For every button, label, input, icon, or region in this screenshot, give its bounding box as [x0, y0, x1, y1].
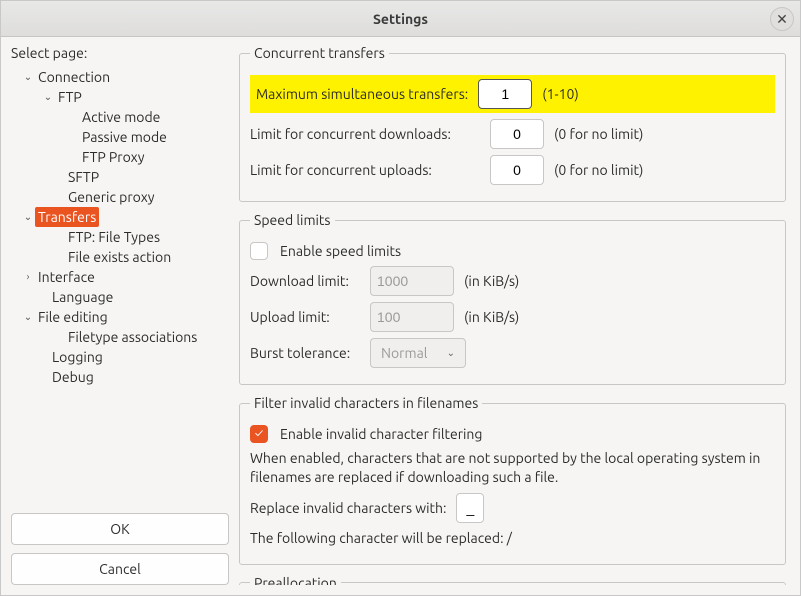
- tree-item-label: Interface: [35, 267, 98, 287]
- replace-with-label: Replace invalid characters with:: [250, 500, 446, 516]
- concurrent-uploads-input[interactable]: [490, 155, 544, 185]
- download-limit-label: Download limit:: [250, 273, 360, 289]
- download-limit-input[interactable]: [370, 266, 454, 296]
- replace-with-input[interactable]: [456, 493, 484, 523]
- tree-item-label: Connection: [35, 67, 113, 87]
- filter-invalid-group: Filter invalid characters in filenames E…: [239, 395, 786, 565]
- tree-item-ftp-proxy[interactable]: FTP Proxy: [11, 147, 229, 167]
- tree-item-label: Active mode: [79, 107, 163, 127]
- concurrent-downloads-input[interactable]: [490, 119, 544, 149]
- tree-item-label: Passive mode: [79, 127, 170, 147]
- tree-item-ftp-file-types[interactable]: FTP: File Types: [11, 227, 229, 247]
- tree-item-generic-proxy[interactable]: Generic proxy: [11, 187, 229, 207]
- window-title: Settings: [373, 11, 428, 27]
- max-simultaneous-input[interactable]: [478, 79, 532, 109]
- burst-tolerance-select[interactable]: Normal ⌄: [370, 338, 466, 368]
- upload-limit-label: Upload limit:: [250, 309, 360, 325]
- concurrent-uploads-hint: (0 for no limit): [554, 162, 643, 178]
- enable-speed-limits-checkbox[interactable]: [250, 242, 268, 260]
- enable-speed-limits-label: Enable speed limits: [280, 243, 401, 259]
- tree-item-file-exists-action[interactable]: File exists action: [11, 247, 229, 267]
- concurrent-transfers-group: Concurrent transfers Maximum simultaneou…: [239, 45, 786, 202]
- following-replaced-label: The following character will be replaced…: [250, 529, 775, 548]
- tree-item-label: FTP: File Types: [65, 227, 163, 247]
- download-limit-unit: (in KiB/s): [464, 273, 519, 289]
- tree-item-transfers[interactable]: ⌄Transfers: [11, 207, 229, 227]
- tree-expander-icon[interactable]: ⌄: [41, 87, 55, 107]
- tree-item-label: Generic proxy: [65, 187, 158, 207]
- tree-item-label: Filetype associations: [65, 327, 200, 347]
- tree-item-label: SFTP: [65, 167, 102, 187]
- concurrent-transfers-legend: Concurrent transfers: [250, 45, 389, 61]
- speed-limits-legend: Speed limits: [250, 212, 335, 228]
- burst-tolerance-value: Normal: [381, 345, 427, 361]
- select-page-label: Select page:: [11, 45, 229, 61]
- concurrent-uploads-label: Limit for concurrent uploads:: [250, 162, 480, 178]
- tree-item-label: FTP Proxy: [79, 147, 148, 167]
- tree-item-active-mode[interactable]: Active mode: [11, 107, 229, 127]
- tree-item-passive-mode[interactable]: Passive mode: [11, 127, 229, 147]
- tree-item-label: Debug: [49, 367, 97, 387]
- tree-item-connection[interactable]: ⌄Connection: [11, 67, 229, 87]
- concurrent-downloads-label: Limit for concurrent downloads:: [250, 126, 480, 142]
- upload-limit-unit: (in KiB/s): [464, 309, 519, 325]
- tree-item-label: File editing: [35, 307, 111, 327]
- tree-expander-icon[interactable]: ›: [21, 267, 35, 287]
- enable-invalid-filtering-checkbox[interactable]: [250, 425, 268, 443]
- tree-item-file-editing[interactable]: ⌄File editing: [11, 307, 229, 327]
- tree-item-ftp[interactable]: ⌄FTP: [11, 87, 229, 107]
- tree-item-label: FTP: [55, 87, 85, 107]
- enable-invalid-filtering-label: Enable invalid character filtering: [280, 426, 482, 442]
- titlebar: Settings ✕: [1, 1, 800, 37]
- tree-item-filetype-associations[interactable]: Filetype associations: [11, 327, 229, 347]
- tree-item-debug[interactable]: Debug: [11, 367, 229, 387]
- tree-item-label: Logging: [49, 347, 106, 367]
- tree-item-sftp[interactable]: SFTP: [11, 167, 229, 187]
- speed-limits-group: Speed limits Enable speed limits Downloa…: [239, 212, 786, 385]
- close-icon: ✕: [776, 11, 788, 28]
- tree-item-interface[interactable]: ›Interface: [11, 267, 229, 287]
- preallocation-group: Preallocation Preallocate space before d…: [239, 575, 786, 585]
- close-button[interactable]: ✕: [770, 7, 794, 31]
- tree-item-language[interactable]: Language: [11, 287, 229, 307]
- cancel-button[interactable]: Cancel: [11, 553, 229, 585]
- tree-item-label: Transfers: [35, 207, 99, 227]
- tree-expander-icon[interactable]: ⌄: [21, 207, 35, 227]
- preallocation-legend: Preallocation: [250, 575, 341, 585]
- filter-invalid-description: When enabled, characters that are not su…: [250, 449, 775, 487]
- tree-item-logging[interactable]: Logging: [11, 347, 229, 367]
- max-simultaneous-hint: (1-10): [542, 86, 579, 102]
- burst-tolerance-label: Burst tolerance:: [250, 345, 360, 361]
- max-simultaneous-label: Maximum simultaneous transfers:: [256, 86, 468, 102]
- tree-expander-icon[interactable]: ⌄: [21, 307, 35, 327]
- upload-limit-input[interactable]: [370, 302, 454, 332]
- max-simultaneous-row: Maximum simultaneous transfers: (1-10): [250, 75, 775, 113]
- ok-button[interactable]: OK: [11, 513, 229, 545]
- chevron-down-icon: ⌄: [447, 347, 455, 359]
- page-tree[interactable]: ⌄Connection⌄FTPActive modePassive modeFT…: [11, 65, 229, 505]
- filter-invalid-legend: Filter invalid characters in filenames: [250, 395, 482, 411]
- tree-item-label: File exists action: [65, 247, 174, 267]
- tree-item-label: Language: [49, 287, 116, 307]
- tree-expander-icon[interactable]: ⌄: [21, 67, 35, 87]
- concurrent-downloads-hint: (0 for no limit): [554, 126, 643, 142]
